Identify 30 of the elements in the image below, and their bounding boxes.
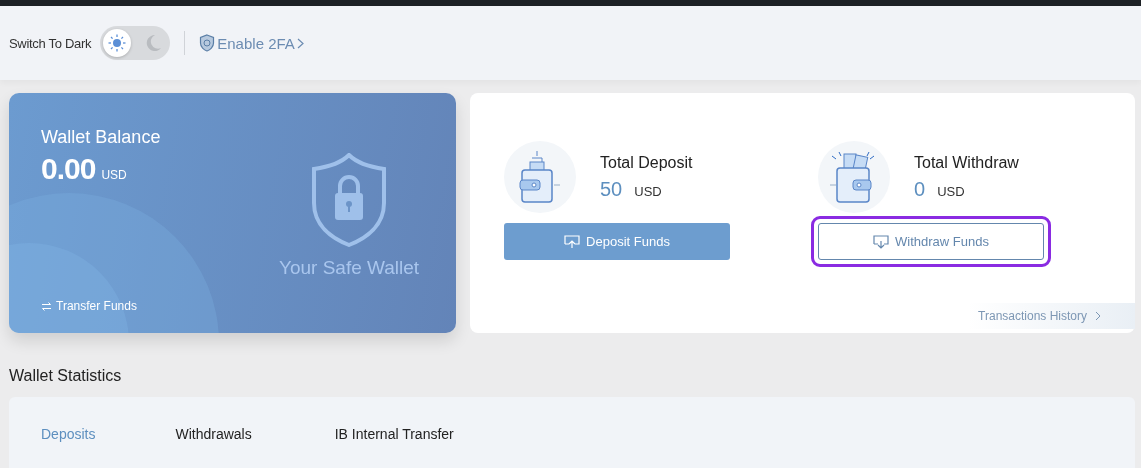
moon-icon [145, 34, 162, 52]
total-title: Total Deposit [600, 153, 693, 172]
shield-icon [199, 34, 216, 52]
total-amount: 0 [914, 177, 926, 201]
sun-icon [108, 34, 127, 52]
currency-label: USD [634, 183, 662, 199]
chevron-icon [1095, 311, 1101, 321]
theme-toggle[interactable] [100, 26, 171, 60]
upload-tray-icon [564, 234, 581, 249]
swap-icon [41, 301, 52, 311]
total-amount: 50 [600, 177, 623, 201]
currency-label: USD [101, 168, 127, 182]
total-title: Total Withdraw [914, 153, 1019, 172]
transfer-funds-link[interactable]: Transfer Funds [41, 299, 271, 313]
balance-amount: 0.00 [41, 152, 96, 186]
enable-2fa-link[interactable]: Enable 2FA [199, 34, 304, 52]
chevron-icon [296, 37, 304, 49]
statistics-tab[interactable]: Withdrawals [175, 425, 252, 443]
theme-label: Switch To Dark [9, 35, 92, 51]
wallet-icon [518, 150, 562, 204]
currency-label: USD [937, 183, 965, 199]
statistics-tab[interactable]: Deposits [41, 425, 96, 443]
tagline: Your Safe Wallet [279, 257, 420, 279]
download-tray-icon [873, 234, 890, 249]
withdraw-funds-button[interactable]: Withdraw Funds [818, 223, 1044, 260]
statistics-tab[interactable]: IB Internal Transfer [334, 425, 454, 443]
deposit-funds-button[interactable]: Deposit Funds [504, 223, 730, 260]
section-title: Wallet Statistics [9, 367, 123, 385]
shield-lock-icon [312, 153, 387, 247]
wallet-balance-title: Wallet Balance [41, 127, 162, 148]
